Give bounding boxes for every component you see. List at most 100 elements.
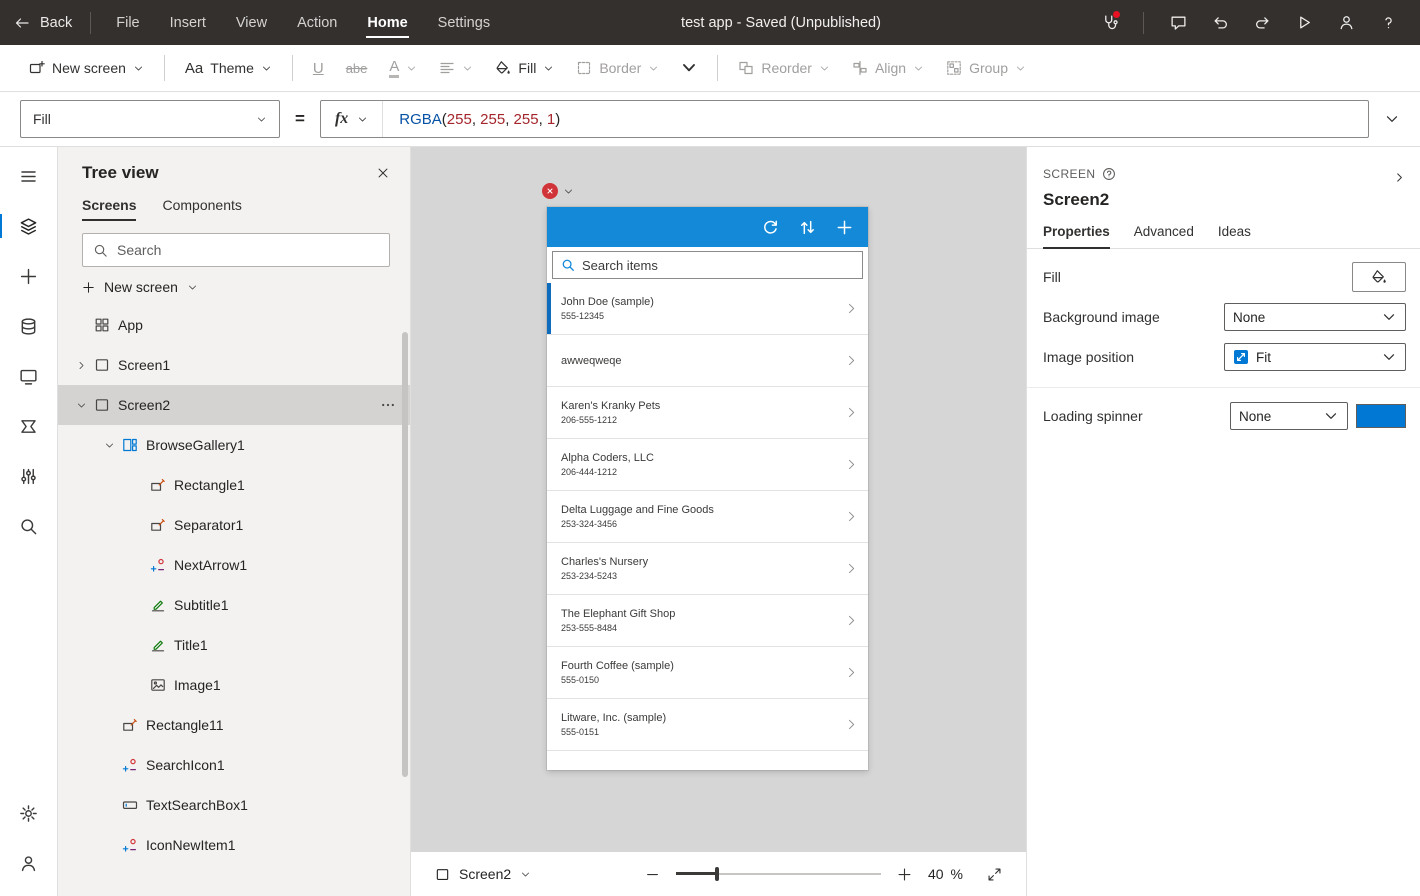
tree-item-searchicon1[interactable]: SearchIcon1 xyxy=(58,745,410,785)
tree-item-image1[interactable]: Image1 xyxy=(58,665,410,705)
refresh-icon[interactable] xyxy=(762,219,779,236)
tree-item-browsegallery1[interactable]: BrowseGallery1 xyxy=(58,425,410,465)
menu-file[interactable]: File xyxy=(101,0,154,45)
redo-button[interactable] xyxy=(1244,6,1280,40)
fill-color-button[interactable] xyxy=(1352,262,1406,292)
gallery-item[interactable]: The Elephant Gift Shop253-555-8484 xyxy=(547,595,868,647)
tree-item-rectangle1[interactable]: Rectangle1 xyxy=(58,465,410,505)
next-arrow-icon[interactable] xyxy=(844,613,859,628)
tree-item-textsearchbox1[interactable]: TextSearchBox1 xyxy=(58,785,410,825)
next-arrow-icon[interactable] xyxy=(844,405,859,420)
gallery-item[interactable]: Litware, Inc. (sample)555-0151 xyxy=(547,699,868,751)
tab-ideas[interactable]: Ideas xyxy=(1218,224,1251,248)
share-button[interactable] xyxy=(1328,6,1364,40)
chevron-down-icon[interactable] xyxy=(100,440,118,451)
help-button[interactable] xyxy=(1370,6,1406,40)
zoom-slider[interactable] xyxy=(676,866,881,882)
text-search-box[interactable]: Search items xyxy=(552,251,863,279)
rail-advanced-tools-button[interactable] xyxy=(0,451,58,501)
slider-thumb[interactable] xyxy=(715,867,719,881)
theme-button[interactable]: AaTheme xyxy=(174,51,283,85)
screen-selector[interactable]: Screen2 xyxy=(435,866,531,882)
zoom-in-icon[interactable] xyxy=(897,867,912,882)
next-arrow-icon[interactable] xyxy=(844,717,859,732)
tree-item-nextarrow1[interactable]: NextArrow1 xyxy=(58,545,410,585)
strikethrough-button[interactable]: abe xyxy=(335,51,379,85)
gallery-item[interactable]: awweqweqe xyxy=(547,335,868,387)
tree-item-subtitle1[interactable]: Subtitle1 xyxy=(58,585,410,625)
align-button[interactable]: Align xyxy=(841,51,935,85)
next-arrow-icon[interactable] xyxy=(844,769,859,770)
more-commands-button[interactable] xyxy=(670,51,708,85)
tree-item-separator1[interactable]: Separator1 xyxy=(58,505,410,545)
menu-action[interactable]: Action xyxy=(282,0,352,45)
next-arrow-icon[interactable] xyxy=(844,353,859,368)
tab-advanced[interactable]: Advanced xyxy=(1134,224,1194,248)
next-arrow-icon[interactable] xyxy=(844,665,859,680)
phone-preview[interactable]: Search items John Doe (sample)555-12345a… xyxy=(547,207,868,770)
reorder-button[interactable]: Reorder xyxy=(727,51,841,85)
tree-search-box[interactable] xyxy=(82,233,390,267)
rail-media-button[interactable] xyxy=(0,351,58,401)
tree-item-rectangle11[interactable]: Rectangle11 xyxy=(58,705,410,745)
back-button[interactable]: Back xyxy=(14,15,72,31)
gallery-item[interactable]: Alpha Coders, LLC206-444-1212 xyxy=(547,439,868,491)
rail-settings-button[interactable] xyxy=(0,788,58,838)
close-panel-icon[interactable] xyxy=(376,166,390,180)
app-checker-button[interactable] xyxy=(1091,6,1127,40)
plus-icon[interactable] xyxy=(836,219,853,236)
formula-text[interactable]: RGBA(255, 255, 255, 1) xyxy=(383,111,576,128)
loading-spinner-select[interactable]: None xyxy=(1230,402,1348,430)
menu-view[interactable]: View xyxy=(221,0,282,45)
rail-insert-button[interactable] xyxy=(0,251,58,301)
tab-properties[interactable]: Properties xyxy=(1043,224,1110,248)
more-options-icon[interactable] xyxy=(380,397,396,413)
tab-components[interactable]: Components xyxy=(162,197,241,221)
gallery-item[interactable]: Fourth Coffee (sample)555-0150 xyxy=(547,647,868,699)
spinner-color-swatch[interactable] xyxy=(1356,404,1406,428)
chevron-right-icon[interactable] xyxy=(72,360,90,371)
sort-icon[interactable] xyxy=(799,219,816,236)
undo-button[interactable] xyxy=(1202,6,1238,40)
gallery-item[interactable]: Delta Luggage and Fine Goods253-324-3456 xyxy=(547,491,868,543)
gallery-item[interactable]: Adventure Works (sample) xyxy=(547,751,868,770)
next-arrow-icon[interactable] xyxy=(844,561,859,576)
gallery-item[interactable]: Karen's Kranky Pets206-555-1212 xyxy=(547,387,868,439)
tab-screens[interactable]: Screens xyxy=(82,197,136,221)
new-screen-button[interactable]: New screen xyxy=(18,51,155,85)
background-image-select[interactable]: None xyxy=(1224,303,1406,331)
menu-home[interactable]: Home xyxy=(352,0,422,45)
rail-accessibility-button[interactable] xyxy=(0,838,58,888)
preview-app-button[interactable] xyxy=(1286,6,1322,40)
formula-input[interactable]: fx RGBA(255, 255, 255, 1) xyxy=(320,100,1369,138)
menu-insert[interactable]: Insert xyxy=(155,0,221,45)
property-selector[interactable]: Fill xyxy=(20,100,280,138)
font-color-button[interactable]: A xyxy=(378,51,428,85)
rail-power-automate-button[interactable] xyxy=(0,401,58,451)
gallery-item[interactable]: John Doe (sample)555-12345 xyxy=(547,283,868,335)
rail-menu-button[interactable] xyxy=(0,151,58,201)
fit-to-window-icon[interactable] xyxy=(987,867,1002,882)
tree-search-input[interactable] xyxy=(117,242,379,258)
group-button[interactable]: Group xyxy=(935,51,1037,85)
collapse-panel-icon[interactable] xyxy=(1393,171,1406,184)
zoom-out-icon[interactable] xyxy=(645,867,660,882)
tree-item-iconnewitem1[interactable]: IconNewItem1 xyxy=(58,825,410,865)
tree-item-title1[interactable]: Title1 xyxy=(58,625,410,665)
new-screen-button[interactable]: New screen xyxy=(58,269,410,303)
image-position-select[interactable]: Fit xyxy=(1224,343,1406,371)
comments-button[interactable] xyxy=(1160,6,1196,40)
tree-scrollbar[interactable] xyxy=(402,332,408,777)
tree-item-screen2[interactable]: Screen2 xyxy=(58,385,410,425)
menu-settings[interactable]: Settings xyxy=(423,0,505,45)
tree-item-screen1[interactable]: Screen1 xyxy=(58,345,410,385)
tree-item-app[interactable]: App xyxy=(58,305,410,345)
rail-tree-view-button[interactable] xyxy=(0,201,58,251)
next-arrow-icon[interactable] xyxy=(844,509,859,524)
fill-button[interactable]: Fill xyxy=(484,51,565,85)
border-button[interactable]: Border xyxy=(565,51,670,85)
chevron-down-icon[interactable] xyxy=(72,400,90,411)
text-align-button[interactable] xyxy=(428,51,484,85)
help-icon[interactable] xyxy=(1102,167,1116,181)
rail-search-button[interactable] xyxy=(0,501,58,551)
